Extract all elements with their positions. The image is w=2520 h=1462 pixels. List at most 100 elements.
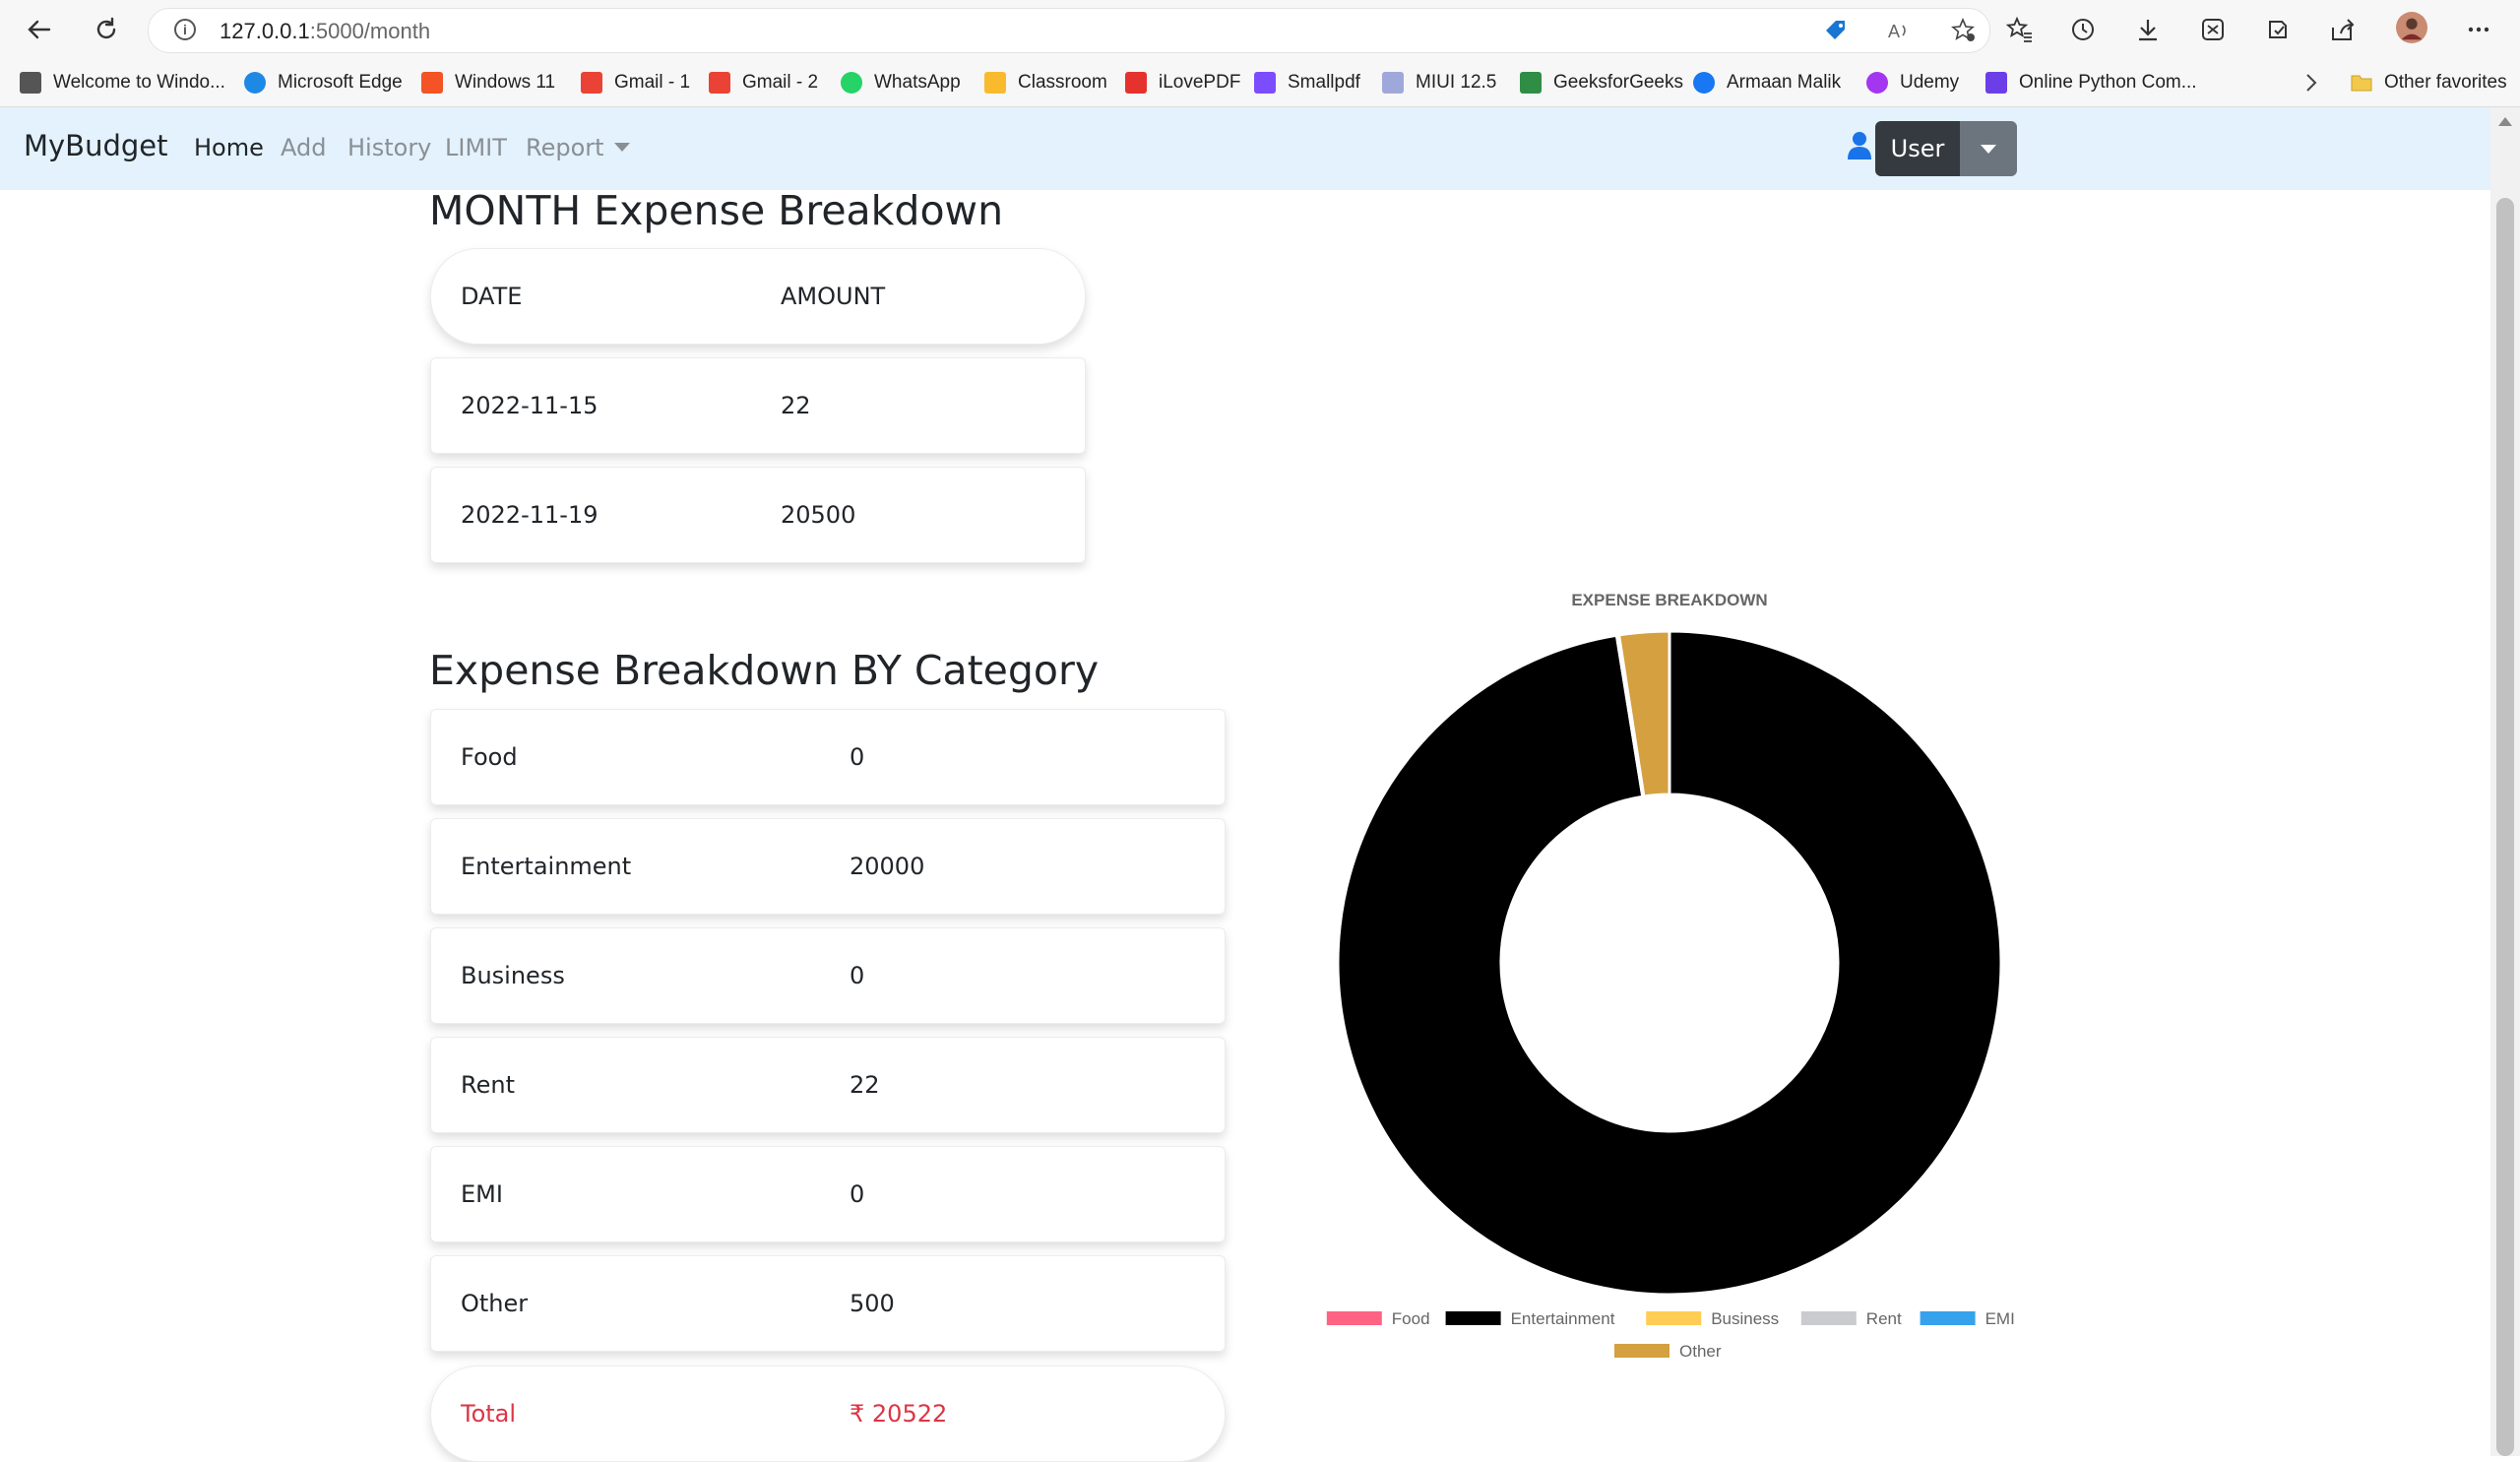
bookmark-item[interactable]: GeeksforGeeks xyxy=(1520,69,1683,96)
collections-icon[interactable] xyxy=(2262,14,2294,45)
ilovepdf-icon xyxy=(1125,72,1147,94)
brand-logo[interactable]: MyBudget xyxy=(24,129,168,162)
other-favorites-label: Other favorites xyxy=(2384,72,2507,93)
app-navbar: MyBudget Home Add History LIMIT Report U… xyxy=(0,107,2490,190)
category-name: Food xyxy=(461,743,518,771)
legend-swatch-emi[interactable] xyxy=(1920,1311,1976,1325)
category-row-business: Business 0 xyxy=(430,927,1226,1024)
category-name: Business xyxy=(461,962,565,989)
category-row-rent: Rent 22 xyxy=(430,1037,1226,1133)
other-favorites[interactable]: Other favorites xyxy=(2351,69,2507,96)
legend-swatch-food[interactable] xyxy=(1326,1311,1382,1325)
udemy-icon xyxy=(1866,72,1888,94)
category-row-other: Other 500 xyxy=(430,1255,1226,1352)
svg-text:A: A xyxy=(1888,22,1900,41)
nav-report-label: Report xyxy=(526,134,604,161)
bookmark-item[interactable]: Smallpdf xyxy=(1254,69,1360,96)
bookmark-item[interactable]: iLovePDF xyxy=(1125,69,1240,96)
history-icon[interactable] xyxy=(2067,14,2099,45)
row-date: 2022-11-19 xyxy=(461,501,598,529)
bookmark-item[interactable]: WhatsApp xyxy=(841,69,961,96)
row-date: 2022-11-15 xyxy=(461,392,598,419)
tag-icon[interactable] xyxy=(1822,17,1850,44)
bookmark-item[interactable]: Online Python Com... xyxy=(1985,69,2197,96)
bookmark-item[interactable]: Windows 11 xyxy=(421,69,555,96)
math-solver-icon[interactable] xyxy=(2197,14,2229,45)
favorites-icon[interactable] xyxy=(2004,14,2036,45)
nav-history[interactable]: History xyxy=(347,134,431,161)
category-name: Rent xyxy=(461,1071,515,1099)
info-icon[interactable]: i xyxy=(174,19,196,40)
legend-label-emi[interactable]: EMI xyxy=(1985,1309,2015,1328)
category-row-food: Food 0 xyxy=(430,709,1226,805)
legend-label-entertainment[interactable]: Entertainment xyxy=(1511,1309,1615,1328)
address-bar[interactable]: i 127.0.0.1:5000/month A xyxy=(148,8,1990,53)
nav-limit[interactable]: LIMIT xyxy=(445,134,507,161)
bookmark-label: iLovePDF xyxy=(1159,72,1241,93)
nav-home[interactable]: Home xyxy=(194,134,264,161)
category-row-emi: EMI 0 xyxy=(430,1146,1226,1242)
bookmark-label: Classroom xyxy=(1018,72,1107,93)
scroll-up-icon[interactable] xyxy=(2498,117,2512,126)
legend-label-other[interactable]: Other xyxy=(1679,1342,1722,1361)
bookmark-item[interactable]: Armaan Malik xyxy=(1693,69,1841,96)
url-text[interactable]: 127.0.0.1:5000/month xyxy=(220,19,430,44)
gfg-icon xyxy=(1520,72,1542,94)
bookmark-label: Smallpdf xyxy=(1288,72,1360,93)
category-breakdown-title: Expense Breakdown BY Category xyxy=(429,647,1100,694)
legend-swatch-entertainment[interactable] xyxy=(1445,1311,1501,1325)
read-aloud-icon[interactable]: A xyxy=(1885,17,1913,44)
category-amount: 20000 xyxy=(850,853,925,880)
legend-swatch-rent[interactable] xyxy=(1800,1311,1857,1325)
scroll-thumb[interactable] xyxy=(2496,198,2514,1456)
bookmark-label: Microsoft Edge xyxy=(278,72,403,93)
python-icon xyxy=(1985,72,2007,94)
url-host: 127.0.0.1 xyxy=(220,19,310,43)
back-icon[interactable] xyxy=(22,12,57,47)
legend-swatch-business[interactable] xyxy=(1646,1311,1702,1325)
share-icon[interactable] xyxy=(2327,14,2359,45)
chart-legend: Food Entertainment Business Rent EMI Other xyxy=(1326,1309,2015,1361)
month-table-header: DATE AMOUNT xyxy=(430,248,1086,345)
bookmark-item[interactable]: Microsoft Edge xyxy=(244,69,403,96)
refresh-icon[interactable] xyxy=(89,12,124,47)
page-scrollbar[interactable] xyxy=(2490,107,2520,1456)
bookmarks-overflow-icon[interactable] xyxy=(2301,69,2321,96)
bookmark-label: GeeksforGeeks xyxy=(1553,72,1683,93)
downloads-icon[interactable] xyxy=(2132,14,2164,45)
legend-label-business[interactable]: Business xyxy=(1711,1309,1779,1328)
bookmark-item[interactable]: Welcome to Windo... xyxy=(20,69,225,96)
bookmark-label: Windows 11 xyxy=(455,72,556,93)
bookmark-item[interactable]: Udemy xyxy=(1866,69,1959,96)
legend-label-food[interactable]: Food xyxy=(1392,1309,1430,1328)
category-name: Entertainment xyxy=(461,853,632,880)
gmail-icon xyxy=(709,72,730,94)
bookmark-label: Armaan Malik xyxy=(1727,72,1842,93)
bookmark-label: Online Python Com... xyxy=(2019,72,2197,93)
profile-avatar[interactable] xyxy=(2396,12,2427,43)
user-dropdown-toggle[interactable] xyxy=(1960,121,2017,176)
add-favorite-icon[interactable] xyxy=(1950,17,1978,44)
expense-doughnut-chart: EXPENSE BREAKDOWN Food Entertainment Busin… xyxy=(1326,591,2015,1361)
row-amount: 22 xyxy=(781,392,811,419)
category-amount: 22 xyxy=(850,1071,880,1099)
legend-label-rent[interactable]: Rent xyxy=(1866,1309,1902,1328)
nav-add[interactable]: Add xyxy=(281,134,326,161)
bookmark-item[interactable]: Gmail - 2 xyxy=(709,69,818,96)
more-options-icon[interactable] xyxy=(2463,14,2494,45)
chevron-down-icon xyxy=(613,142,630,152)
nav-report-dropdown[interactable]: Report xyxy=(526,134,630,161)
bookmarks-bar: Welcome to Windo... Microsoft Edge Windows… xyxy=(0,59,2520,107)
bookmark-item[interactable]: Classroom xyxy=(984,69,1107,96)
bookmark-label: Gmail - 1 xyxy=(614,72,691,93)
category-amount: 0 xyxy=(850,1180,865,1208)
total-value: ₹ 20522 xyxy=(850,1400,948,1428)
whatsapp-icon xyxy=(841,72,862,94)
legend-swatch-other[interactable] xyxy=(1614,1344,1670,1358)
category-amount: 0 xyxy=(850,962,865,989)
user-button[interactable]: User xyxy=(1875,121,1960,176)
bookmark-label: WhatsApp xyxy=(874,72,961,93)
category-amount: 0 xyxy=(850,743,865,771)
bookmark-item[interactable]: Gmail - 1 xyxy=(581,69,690,96)
bookmark-item[interactable]: MIUI 12.5 xyxy=(1382,69,1496,96)
